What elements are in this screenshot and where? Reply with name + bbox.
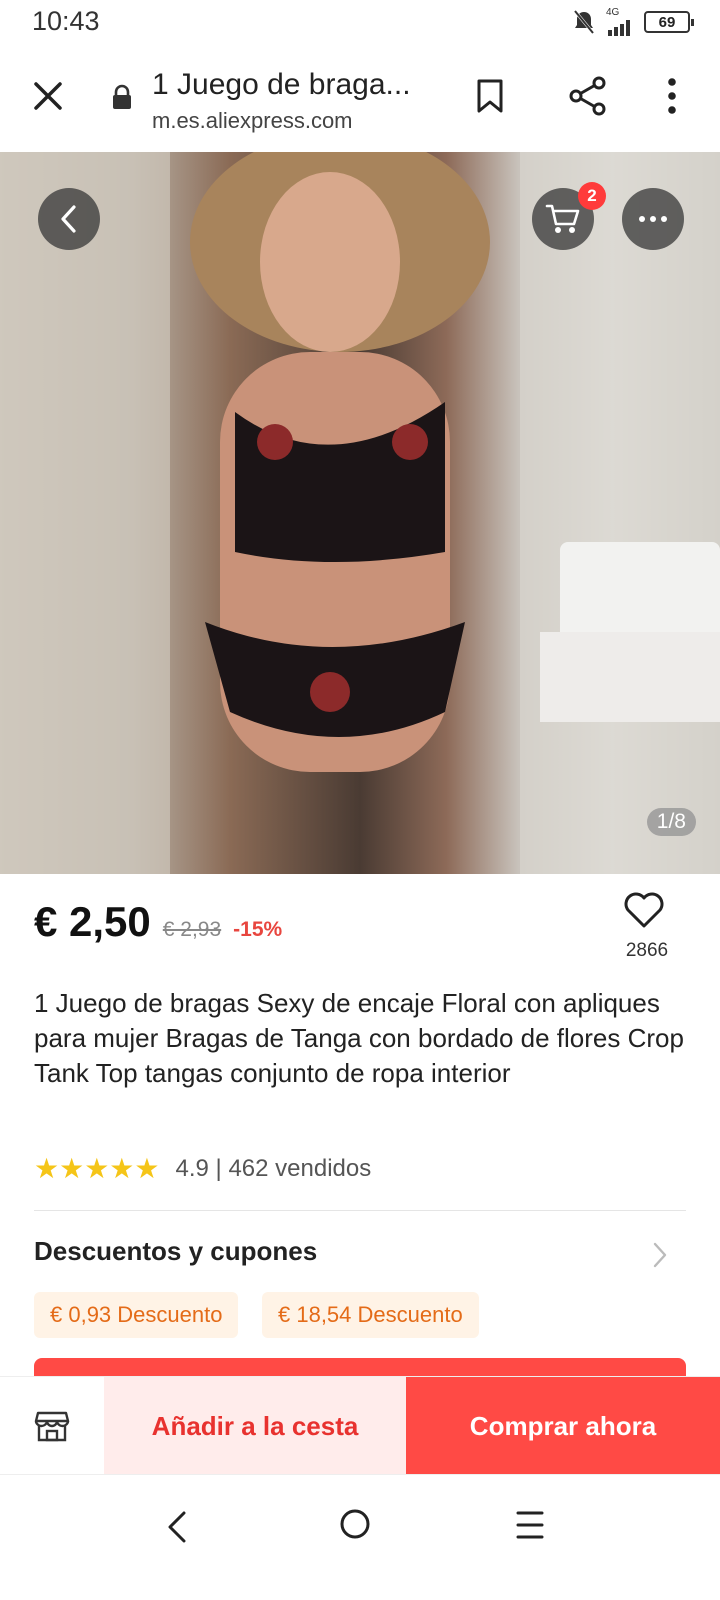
status-bar: 10:43 4G 69 [0,0,720,46]
add-to-cart-button[interactable]: Añadir a la cesta [104,1377,406,1475]
bookmark-icon[interactable] [470,76,510,116]
price-row: € 2,50 € 2,93 -15% [34,898,282,946]
nav-recents-icon[interactable] [514,1507,546,1543]
star-rating-icons: ★★★★★ [34,1153,160,1184]
page-title[interactable]: 1 Juego de braga... [152,68,411,102]
battery-icon: 69 [644,11,694,33]
bottom-action-bar: Añadir a la cesta Comprar ahora [0,1376,720,1475]
system-navigation-bar [0,1474,720,1600]
status-time: 10:43 [32,6,100,36]
buy-now-button[interactable]: Comprar ahora [406,1377,720,1475]
store-button[interactable] [0,1377,104,1475]
network-type: 4G [606,7,620,18]
status-icons: 4G 69 [572,8,694,36]
gallery-back-button[interactable] [38,188,100,250]
nav-back-icon[interactable] [162,1507,192,1547]
cart-count-badge: 2 [578,182,606,210]
discount-percent: -15% [233,918,283,941]
share-icon[interactable] [566,74,610,118]
store-icon [34,1411,70,1442]
url-text[interactable]: m.es.aliexpress.com [152,108,353,134]
current-price: € 2,50 [34,898,151,945]
heart-icon[interactable] [622,888,666,932]
action-bar-top-strip [34,1358,686,1376]
chevron-left-icon [61,205,76,233]
image-counter: 1/8 [646,808,696,836]
coupons-section-title[interactable]: Descuentos y cupones [34,1236,317,1267]
rating-row[interactable]: ★★★★★ 4.9 | 462 vendidos [34,1152,371,1185]
coupon-chip[interactable]: € 18,54 Descuento [262,1292,479,1338]
more-options-button[interactable] [622,188,684,250]
close-icon[interactable] [28,76,68,116]
battery-level: 69 [658,13,676,31]
mute-icon [573,10,595,34]
browser-toolbar: 1 Juego de braga... m.es.aliexpress.com [0,46,720,152]
rating-and-sales: 4.9 | 462 vendidos [175,1154,372,1182]
more-vertical-icon[interactable] [652,74,692,118]
product-title: 1 Juego de bragas Sexy de encaje Floral … [34,988,684,1088]
lock-icon [113,84,131,109]
product-photo [0,152,720,874]
nav-home-icon[interactable] [338,1507,372,1541]
chevron-right-icon[interactable] [650,1240,670,1270]
signal-icon: 4G [606,8,634,36]
divider [34,1210,686,1211]
coupon-chip[interactable]: € 0,93 Descuento [34,1292,239,1338]
cart-icon [545,204,580,233]
original-price: € 2,93 [162,918,222,941]
more-horizontal-icon [639,216,667,222]
wishlist-count: 2866 [625,940,669,961]
product-image-gallery[interactable]: 2 1/8 [0,152,720,874]
